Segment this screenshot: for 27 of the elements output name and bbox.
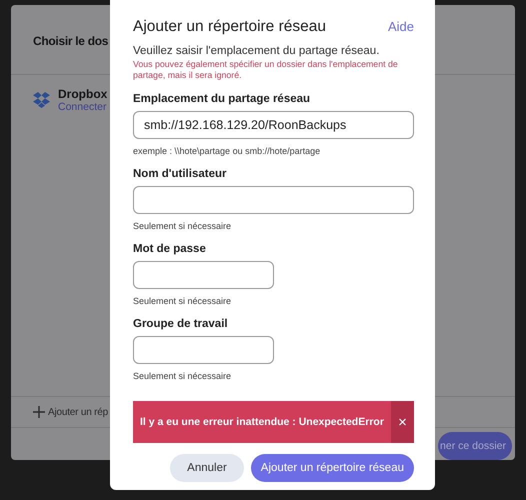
plus-icon — [33, 406, 45, 418]
field-hint: Seulement si nécessaire — [133, 371, 232, 381]
dropbox-icon — [33, 92, 50, 108]
field-hint: Seulement si nécessaire — [133, 296, 232, 306]
field-label: Groupe de travail — [133, 318, 229, 330]
input-field[interactable]: smb://192.168.129.20/RoonBackups — [133, 111, 414, 139]
intro-text: Veuillez saisir l'emplacement du partage réseau. — [133, 45, 380, 57]
panel-title: Choisir le dos — [33, 34, 108, 48]
field-label: Emplacement du partage réseau — [133, 93, 312, 105]
add-folder-link[interactable]: Ajouter un rép — [48, 406, 108, 418]
cancel-button[interactable]: Annuler — [170, 454, 244, 482]
choose-folder-button[interactable]: ner ce dossier — [438, 432, 512, 460]
warning-text: Vous pouvez également spécifier un dossier dans l'emplacement de partage, mais il sera ignoré. — [133, 59, 399, 81]
connect-link[interactable]: Connecter — [58, 101, 108, 113]
help-link[interactable]: Aide — [388, 19, 414, 34]
error-message: Il y a eu une erreur inattendue : UnexpectedError — [139, 416, 385, 428]
field-label: Nom d'utilisateur — [133, 168, 228, 180]
input-field[interactable] — [133, 336, 274, 364]
dialog-title: Ajouter un répertoire réseau — [133, 18, 326, 36]
field-hint: Seulement si nécessaire — [133, 221, 232, 231]
field-hint: exemple : \\hote\partage ou smb://hote/partage — [133, 146, 322, 156]
input-field[interactable] — [133, 186, 414, 214]
add-button[interactable]: Ajouter un répertoire réseau — [250, 454, 414, 482]
field-label: Mot de passe — [133, 243, 207, 255]
close-button[interactable]: × — [391, 401, 414, 443]
source-name: Dropbox — [58, 87, 108, 101]
input-field[interactable] — [133, 261, 274, 289]
